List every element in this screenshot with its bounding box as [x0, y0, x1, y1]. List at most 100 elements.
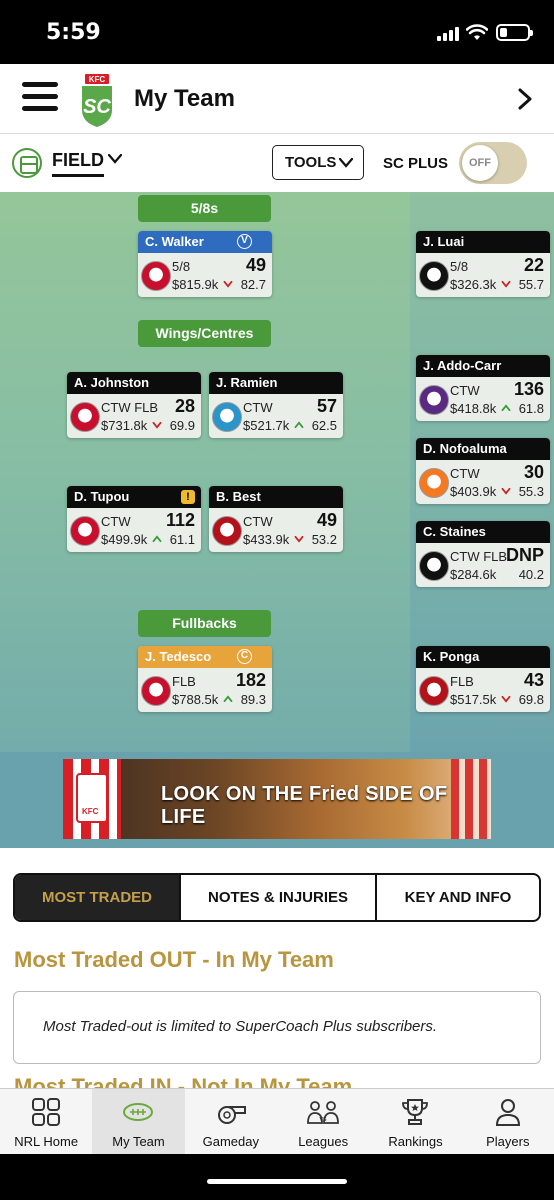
tools-label: TOOLS	[285, 154, 337, 171]
player-average: 69.8	[518, 692, 544, 707]
team-jersey-icon	[419, 468, 449, 498]
nav-my-team[interactable]: My Team	[92, 1089, 185, 1154]
player-price: $788.5k	[172, 692, 219, 707]
player-average: 69.9	[169, 418, 195, 433]
nav-label: Rankings	[388, 1134, 443, 1149]
player-stats: CTW $499.9k 112 61.1	[67, 508, 201, 552]
player-name-bar: B. Best	[209, 486, 343, 508]
player-card[interactable]: D. Tupou ! CTW $499.9k 112 61.1	[67, 486, 201, 552]
trend-down-icon	[294, 535, 304, 543]
bench-player-card[interactable]: D. Nofoaluma CTW $403.9k 30 55.3	[416, 438, 550, 504]
app-header: KFC SC My Team	[0, 64, 554, 134]
player-position: FLB	[450, 674, 474, 689]
player-stats: CTW FLB $284.6k DNP 40.2	[416, 543, 550, 587]
nav-label: Gameday	[202, 1134, 259, 1149]
sc-plus-toggle[interactable]: OFF	[459, 142, 527, 184]
nav-leagues[interactable]: vs Leagues	[277, 1089, 369, 1154]
player-name: J. Ramien	[216, 375, 278, 390]
svg-text:vs: vs	[320, 1116, 328, 1123]
trend-up-icon	[223, 695, 233, 703]
chevron-down-icon[interactable]	[108, 154, 122, 164]
trend-up-icon	[501, 404, 511, 412]
position-label-halves: 5/8s	[138, 195, 271, 222]
nav-players[interactable]: Players	[462, 1089, 554, 1154]
player-stats: 5/8 $326.3k 22 55.7	[416, 253, 550, 297]
player-card[interactable]: J. Tedesco C FLB $788.5k 182 89.3	[138, 646, 272, 712]
player-score: 43	[523, 670, 544, 690]
bottom-nav: NRL Home My Team Gameday vs Leagues Rank…	[0, 1088, 554, 1154]
player-name: K. Ponga	[423, 649, 480, 664]
nav-gameday[interactable]: Gameday	[185, 1089, 277, 1154]
menu-icon[interactable]	[22, 82, 58, 112]
view-selector[interactable]: FIELD	[52, 150, 104, 177]
team-jersey-icon	[70, 402, 100, 432]
svg-text:KFC: KFC	[89, 75, 106, 84]
page-title: My Team	[134, 85, 235, 112]
player-name: B. Best	[216, 489, 261, 504]
tab-notes-injuries[interactable]: NOTES & INJURIES	[181, 875, 377, 920]
football-icon	[123, 1103, 154, 1121]
player-position: CTW FLB	[450, 549, 508, 564]
ad-banner[interactable]: KFC LOOK ON THE Fried SIDE OF LIFE	[63, 759, 491, 839]
team-jersey-icon	[419, 261, 449, 291]
captain-badge: C	[237, 649, 252, 664]
team-jersey-icon	[70, 516, 100, 546]
player-name: C. Staines	[423, 524, 486, 539]
player-score: 30	[523, 462, 544, 482]
bench-player-card[interactable]: J. Luai 5/8 $326.3k 22 55.7	[416, 231, 550, 297]
versus-icon: vs	[307, 1101, 340, 1124]
player-average: 55.3	[518, 484, 544, 499]
grid-icon	[32, 1098, 61, 1126]
chevron-right-icon[interactable]	[516, 88, 534, 110]
player-score: DNP	[505, 545, 544, 565]
player-name: J. Tedesco	[145, 649, 212, 664]
player-average: 62.5	[311, 418, 337, 433]
player-card[interactable]: C. Walker V 5/8 $815.9k 49 82.7	[138, 231, 272, 297]
bench-player-card[interactable]: J. Addo-Carr CTW $418.8k 136 61.8	[416, 355, 550, 421]
player-icon	[495, 1099, 520, 1126]
tab-most-traded[interactable]: MOST TRADED	[15, 875, 181, 920]
wifi-icon	[466, 24, 488, 40]
nav-nrl-home[interactable]: NRL Home	[0, 1089, 92, 1154]
status-time: 5:59	[46, 20, 101, 45]
player-price: $731.8k	[101, 418, 148, 433]
ad-text: LOOK ON THE Fried SIDE OF LIFE	[161, 783, 448, 828]
player-stats: CTW $418.8k 136 61.8	[416, 377, 550, 421]
player-name-bar: D. Tupou !	[67, 486, 201, 508]
supercoach-logo: KFC SC	[82, 74, 112, 127]
tools-button[interactable]: TOOLS	[272, 145, 364, 180]
team-jersey-icon	[212, 402, 242, 432]
tab-key-info[interactable]: KEY AND INFO	[377, 875, 539, 920]
toggle-knob: OFF	[462, 145, 498, 181]
player-score: 28	[174, 396, 195, 416]
player-name-bar: J. Ramien	[209, 372, 343, 394]
player-position: CTW FLB	[101, 400, 159, 415]
player-average: 61.1	[169, 532, 195, 547]
bench-player-card[interactable]: K. Ponga FLB $517.5k 43 69.8	[416, 646, 550, 712]
nav-rankings[interactable]: Rankings	[369, 1089, 461, 1154]
info-tabs: MOST TRADED NOTES & INJURIES KEY AND INF…	[13, 873, 541, 922]
signal-icon	[437, 27, 459, 41]
player-card[interactable]: A. Johnston CTW FLB $731.8k 28 69.9	[67, 372, 201, 438]
player-position: CTW	[450, 383, 480, 398]
player-position: CTW	[243, 400, 273, 415]
field-view-icon[interactable]	[12, 148, 42, 178]
player-stats: CTW $403.9k 30 55.3	[416, 460, 550, 504]
player-name: J. Luai	[423, 234, 465, 249]
player-name-bar: J. Tedesco C	[138, 646, 272, 668]
player-name-bar: C. Walker V	[138, 231, 272, 253]
trend-down-icon	[501, 695, 511, 703]
player-card[interactable]: J. Ramien CTW $521.7k 57 62.5	[209, 372, 343, 438]
player-price: $815.9k	[172, 277, 219, 292]
player-name-bar: D. Nofoaluma	[416, 438, 550, 460]
sc-plus-label: SC PLUS	[383, 155, 449, 172]
player-card[interactable]: B. Best CTW $433.9k 49 53.2	[209, 486, 343, 552]
player-price: $517.5k	[450, 692, 497, 707]
position-label-fullbacks: Fullbacks	[138, 610, 271, 637]
bench-player-card[interactable]: C. Staines CTW FLB $284.6k DNP 40.2	[416, 521, 550, 587]
player-average: 61.8	[518, 401, 544, 416]
trend-up-icon	[152, 535, 162, 543]
player-score: 182	[235, 670, 266, 690]
player-name: C. Walker	[145, 234, 204, 249]
player-stats: FLB $788.5k 182 89.3	[138, 668, 272, 712]
